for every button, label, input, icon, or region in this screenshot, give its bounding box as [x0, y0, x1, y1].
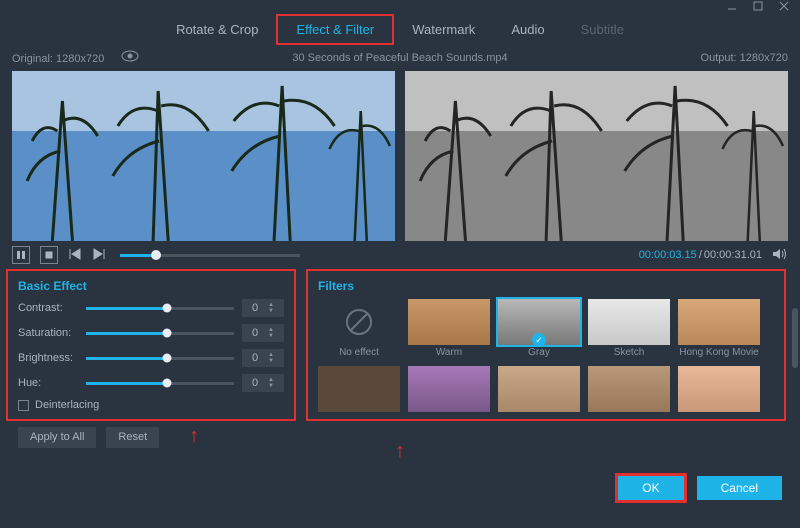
ok-button[interactable]: OK [615, 473, 686, 503]
volume-icon[interactable] [772, 247, 788, 264]
apply-to-all-button[interactable]: Apply to All [18, 427, 96, 448]
saturation-spinner[interactable]: ▲▼ [242, 324, 284, 342]
total-time: 00:00:31.01 [704, 249, 762, 261]
current-time: 00:00:03.15 [639, 249, 697, 261]
pause-button[interactable] [12, 246, 30, 264]
output-preview [405, 71, 788, 241]
original-preview [12, 71, 395, 241]
filter-item-9[interactable] [588, 366, 670, 412]
tab-rotate-crop[interactable]: Rotate & Crop [158, 16, 276, 43]
contrast-slider[interactable] [86, 307, 234, 310]
tab-effect-filter[interactable]: Effect & Filter [276, 14, 394, 45]
reset-button[interactable]: Reset [106, 427, 159, 448]
filter-gray-label: Gray [528, 347, 550, 358]
check-icon: ✓ [532, 333, 546, 347]
deinterlacing-label: Deinterlacing [35, 399, 99, 411]
basic-effect-title: Basic Effect [18, 279, 284, 293]
hue-label: Hue: [18, 377, 78, 389]
filter-warm-label: Warm [436, 347, 462, 358]
saturation-label: Saturation: [18, 327, 78, 339]
filter-sketch-label: Sketch [614, 347, 645, 358]
filter-item-8[interactable] [498, 366, 580, 412]
maximize-icon[interactable] [752, 0, 764, 15]
annotation-arrow-icon: ↑ [189, 425, 199, 448]
basic-effect-panel: Basic Effect Contrast: ▲▼ Saturation: ▲▼… [6, 269, 296, 421]
filter-warm[interactable] [408, 299, 490, 345]
tab-watermark[interactable]: Watermark [394, 16, 493, 43]
filter-hong-kong-movie[interactable] [678, 299, 760, 345]
close-icon[interactable] [778, 0, 790, 15]
filter-item-10[interactable] [678, 366, 760, 412]
filters-scrollbar[interactable] [792, 308, 798, 368]
seek-slider[interactable] [120, 254, 300, 257]
filters-title: Filters [318, 279, 774, 293]
output-resolution: Output: 1280x720 [701, 52, 788, 64]
preview-toggle-icon[interactable] [121, 50, 139, 62]
next-frame-button[interactable] [92, 248, 106, 263]
filter-sketch[interactable] [588, 299, 670, 345]
contrast-spinner[interactable]: ▲▼ [242, 299, 284, 317]
time-sep: / [699, 249, 702, 261]
tab-subtitle[interactable]: Subtitle [563, 16, 642, 43]
filter-item-7[interactable] [408, 366, 490, 412]
filter-no-effect[interactable] [318, 299, 400, 345]
filename-label: 30 Seconds of Peaceful Beach Sounds.mp4 [292, 52, 507, 64]
hue-spinner[interactable]: ▲▼ [242, 374, 284, 392]
hue-slider[interactable] [86, 382, 234, 385]
tab-audio[interactable]: Audio [493, 16, 562, 43]
filter-gray[interactable]: ✓ [498, 299, 580, 345]
contrast-label: Contrast: [18, 302, 78, 314]
tab-bar: Rotate & Crop Effect & Filter Watermark … [0, 14, 800, 44]
filters-panel: Filters No effect Warm ✓ Gray Sketch Hon… [306, 269, 786, 421]
filter-no-effect-label: No effect [339, 347, 379, 358]
deinterlacing-checkbox[interactable] [18, 400, 29, 411]
original-resolution: Original: 1280x720 [12, 53, 104, 65]
brightness-slider[interactable] [86, 357, 234, 360]
filter-hk-label: Hong Kong Movie [679, 347, 759, 358]
prev-frame-button[interactable] [68, 248, 82, 263]
saturation-slider[interactable] [86, 332, 234, 335]
brightness-spinner[interactable]: ▲▼ [242, 349, 284, 367]
filter-item-6[interactable] [318, 366, 400, 412]
stop-button[interactable] [40, 246, 58, 264]
brightness-label: Brightness: [18, 352, 78, 364]
minimize-icon[interactable] [726, 0, 738, 15]
cancel-button[interactable]: Cancel [697, 476, 782, 500]
